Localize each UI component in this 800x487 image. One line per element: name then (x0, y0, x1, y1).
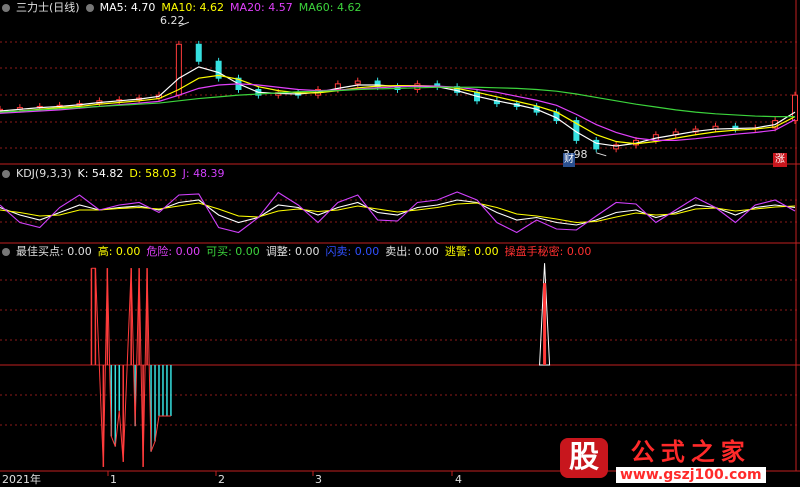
ma-toggle-icon[interactable] (85, 4, 94, 12)
d-value: 58.03 (145, 167, 177, 180)
stock-title: 三力士(日线) (16, 1, 80, 14)
kdj-toggle-icon[interactable] (2, 170, 10, 178)
ma20-value: 4.57 (268, 1, 293, 14)
watermark-logo: 股 (560, 437, 608, 478)
candle-body-18 (354, 80, 361, 85)
indicator-legend: 最佳买点: 0.00 高: 0.00 危险: 0.00 可买: 0.00 调整: 0.0… (2, 245, 591, 259)
indicator-item-0: 最佳买点: 0.00 (16, 245, 92, 258)
kdj-title: KDJ(9,3,3) (16, 167, 72, 180)
k-label: K: 54.82 (77, 167, 124, 180)
site-watermark: 股 公式之家 www.gszj100.com (560, 432, 766, 483)
ma60-label: MA60: 4.62 (298, 1, 362, 14)
ma20-label: MA20: 4.57 (230, 1, 293, 14)
right-badge: 涨 (773, 153, 787, 167)
indicator-item-3: 可买: 0.00 (206, 245, 260, 258)
candle-body-9 (175, 43, 182, 96)
indicator-item-1: 高: 0.00 (97, 245, 141, 258)
panel-toggle-icon[interactable] (2, 4, 10, 12)
ma-line-ma5 (0, 66, 796, 147)
k-value: 54.82 (91, 167, 124, 180)
ma10-label: MA10: 4.62 (161, 1, 225, 14)
ma5-label: MA5: 4.70 (99, 1, 156, 14)
watermark-title: 公式之家 (630, 438, 751, 466)
watermark-url: www.gszj100.com (616, 467, 766, 483)
axis-year-label: 2021年 (2, 473, 41, 486)
indicator-item-7: 逃警: 0.00 (444, 245, 499, 258)
low-marker-line (596, 152, 607, 157)
j-label: J: 48.39 (182, 167, 225, 180)
d-label: D: 58.03 (129, 167, 177, 180)
candle-body-10 (195, 43, 202, 62)
ma5-value: 4.70 (130, 1, 156, 14)
indicator-item-6: 卖出: 0.00 (385, 245, 439, 258)
axis-month-1: 1 (110, 473, 117, 486)
high-price-label: 6.22 (160, 14, 185, 27)
kdj-legend: KDJ(9,3,3) K: 54.82 D: 58.03 J: 48.39 (2, 167, 225, 181)
j-value: 48.39 (193, 167, 225, 180)
indicator-toggle-icon[interactable] (2, 248, 10, 256)
price-legend: 三力士(日线) MA5: 4.70 MA10: 4.62 MA20: 4.57 … (2, 1, 361, 15)
axis-month-4: 4 (455, 473, 462, 486)
ma10-value: 4.62 (199, 1, 225, 14)
axis-month-2: 2 (218, 473, 225, 486)
ma60-value: 4.62 (336, 1, 362, 14)
indicator-item-5: 闪卖: 0.00 (325, 245, 380, 258)
indicator-item-8: 操盘手秘密: 0.00 (504, 245, 592, 258)
stock-chart (0, 0, 800, 476)
axis-month-3: 3 (315, 473, 322, 486)
indicator-item-4: 调整: 0.00 (265, 245, 320, 258)
indicator-item-2: 危险: 0.00 (146, 245, 201, 258)
low-badge: 财 (563, 153, 575, 167)
